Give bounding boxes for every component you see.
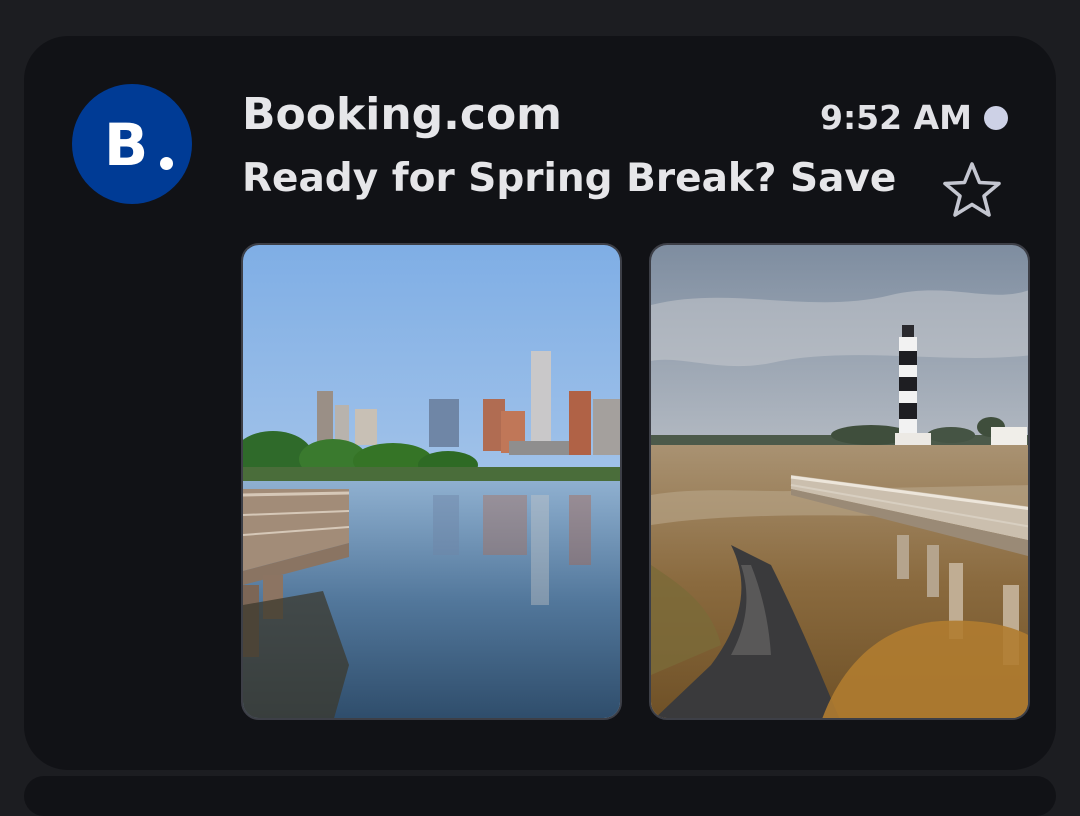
attachment-image-lighthouse-marsh[interactable] <box>649 243 1030 720</box>
unread-indicator <box>984 106 1008 130</box>
received-time: 9:52 AM <box>820 98 972 137</box>
avatar-logo-dot <box>160 157 173 170</box>
star-icon[interactable] <box>938 158 1006 222</box>
sender-name: Booking.com <box>242 89 563 140</box>
avatar-letter: B <box>104 111 149 179</box>
email-subject: Ready for Spring Break? Save ... <box>242 156 902 201</box>
attachment-image-city-skyline[interactable] <box>241 243 622 720</box>
next-email-card[interactable] <box>24 776 1056 816</box>
